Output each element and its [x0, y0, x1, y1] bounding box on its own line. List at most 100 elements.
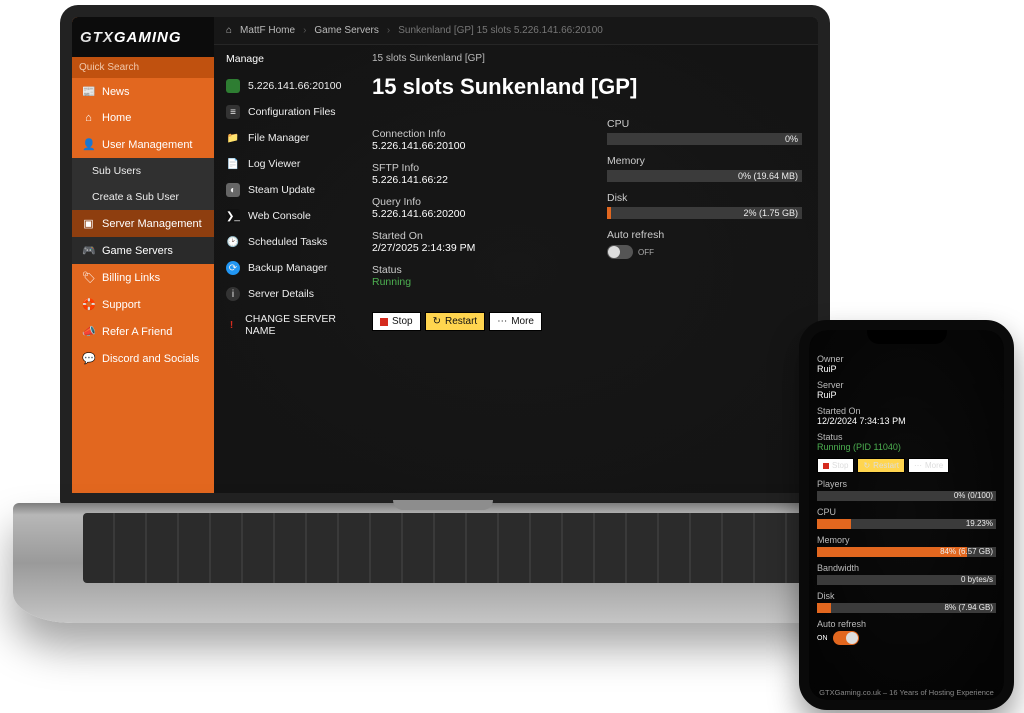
- phone-status-label: Status: [817, 432, 996, 442]
- phone-stop-button[interactable]: Stop: [817, 458, 854, 473]
- sidebar-item-refer[interactable]: 📣Refer A Friend: [72, 318, 214, 345]
- manage-label: CHANGE SERVER NAME: [245, 313, 344, 337]
- disk-bar-fill: [607, 207, 611, 219]
- page-title: 15 slots Sunkenland [GP]: [372, 74, 802, 100]
- crumb-game-servers[interactable]: Game Servers: [314, 25, 378, 36]
- status-label: Status: [372, 264, 567, 276]
- search-input[interactable]: [72, 57, 214, 78]
- sidebar-item-discord[interactable]: 💬Discord and Socials: [72, 345, 214, 372]
- phone-started-value: 12/2/2024 7:34:13 PM: [817, 416, 996, 426]
- quick-search[interactable]: [72, 57, 214, 78]
- sidebar-item-label: Sub Users: [92, 165, 141, 177]
- steam-icon: ◐: [226, 183, 240, 197]
- cpu-label: CPU: [607, 118, 802, 130]
- manage-label: Web Console: [248, 210, 311, 222]
- sidebar-item-support[interactable]: 🛟Support: [72, 291, 214, 318]
- started-on-value: 2/27/2025 2:14:39 PM: [372, 242, 567, 254]
- phone-bandwidth-label: Bandwidth: [817, 563, 996, 573]
- phone-body: Owner RuiP Server RuiP Started On 12/2/2…: [799, 320, 1014, 710]
- home-icon: ⌂: [226, 25, 232, 36]
- phone-bandwidth-bar: 0 bytes/s: [817, 575, 996, 585]
- button-label: Stop: [832, 461, 848, 470]
- phone-auto-refresh-toggle[interactable]: ON: [817, 631, 859, 645]
- manage-web-console[interactable]: ❯_Web Console: [214, 203, 356, 229]
- brand-logo: GTXGAMING: [72, 17, 214, 57]
- tag-icon: 🏷: [82, 271, 95, 284]
- disk-bar: 2% (1.75 GB): [607, 207, 802, 219]
- manage-heading: Manage: [214, 53, 356, 73]
- warning-icon: !: [226, 318, 237, 332]
- manage-steam-update[interactable]: ◐Steam Update: [214, 177, 356, 203]
- phone-restart-button[interactable]: ↻Restart: [857, 458, 905, 473]
- manage-change-name[interactable]: ! CHANGE SERVER NAME: [214, 307, 356, 343]
- ellipsis-icon: ⋯: [914, 461, 922, 470]
- laptop-base: [13, 503, 873, 623]
- button-label: More: [511, 316, 534, 327]
- manage-scheduled-tasks[interactable]: 🕑Scheduled Tasks: [214, 229, 356, 255]
- breadcrumb: ⌂ MattF Home › Game Servers › Sunkenland…: [214, 17, 818, 45]
- sidebar-item-label: News: [102, 86, 130, 98]
- sidebar-item-label: Refer A Friend: [102, 326, 172, 338]
- phone-players-label: Players: [817, 479, 996, 489]
- action-buttons: Stop ↻Restart ⋯More: [372, 312, 802, 331]
- stop-icon: [823, 463, 829, 469]
- sidebar-item-label: Discord and Socials: [102, 353, 199, 365]
- memory-label: Memory: [607, 155, 802, 167]
- sidebar-item-sub-users[interactable]: Sub Users: [72, 158, 214, 184]
- laptop-mockup: GTXGAMING 📰News ⌂Home 👤User Management S…: [40, 5, 850, 665]
- logo-gaming: GAMING: [114, 29, 182, 46]
- manage-label: Server Details: [248, 288, 314, 300]
- phone-server-value: RuiP: [817, 390, 996, 400]
- sidebar-item-news[interactable]: 📰News: [72, 78, 214, 105]
- bar-text: 84% (6.57 GB): [940, 547, 993, 557]
- bar-text: 0 bytes/s: [961, 575, 993, 585]
- stop-button[interactable]: Stop: [372, 312, 421, 331]
- sidebar-item-server-management[interactable]: ▣Server Management: [72, 210, 214, 237]
- info-col-right: CPU 0% Memory 0% (19.64 MB) Disk 2% (1.7…: [607, 118, 802, 288]
- button-label: Restart: [445, 316, 477, 327]
- phone-notch: [867, 330, 947, 344]
- phone-owner-value: RuiP: [817, 364, 996, 374]
- phone-owner-label: Owner: [817, 354, 996, 364]
- button-label: Restart: [873, 461, 899, 470]
- app-root: GTXGAMING 📰News ⌂Home 👤User Management S…: [72, 17, 818, 493]
- phone-memory-label: Memory: [817, 535, 996, 545]
- manage-label: File Manager: [248, 132, 309, 144]
- manage-backup-manager[interactable]: ⟳Backup Manager: [214, 255, 356, 281]
- phone-more-button[interactable]: ⋯More: [908, 458, 949, 473]
- sidebar-item-billing[interactable]: 🏷Billing Links: [72, 264, 214, 291]
- sidebar-item-game-servers[interactable]: 🎮Game Servers: [72, 237, 214, 264]
- info-icon: i: [226, 287, 240, 301]
- restart-icon: ↻: [863, 461, 870, 470]
- sidebar-item-user-management[interactable]: 👤User Management: [72, 131, 214, 158]
- chevron-right-icon: ›: [387, 25, 390, 36]
- status-dot-icon: [226, 79, 240, 93]
- bar-text: 19.23%: [966, 519, 993, 529]
- manage-label: Backup Manager: [248, 262, 327, 274]
- sidebar-item-create-sub-user[interactable]: Create a Sub User: [72, 184, 214, 210]
- info-col-left: Connection Info 5.226.141.66:20100 SFTP …: [372, 118, 567, 288]
- toggle-state: OFF: [638, 248, 654, 257]
- clock-icon: 🕑: [226, 235, 240, 249]
- content-header-row: 15 slots Sunkenland [GP]: [372, 53, 802, 64]
- sidebar-item-label: Create a Sub User: [92, 191, 179, 203]
- manage-server-details[interactable]: i Server Details: [214, 281, 356, 307]
- sidebar-item-label: Support: [102, 299, 141, 311]
- sftp-info-value: 5.226.141.66:22: [372, 174, 567, 186]
- manage-log-viewer[interactable]: 📄Log Viewer: [214, 151, 356, 177]
- toggle-state: ON: [817, 635, 828, 642]
- laptop-keyboard: [83, 513, 803, 583]
- toggle-switch-icon: [607, 245, 633, 259]
- query-info-label: Query Info: [372, 196, 567, 208]
- sidebar-item-home[interactable]: ⌂Home: [72, 105, 214, 131]
- phone-memory-bar: 84% (6.57 GB): [817, 547, 996, 557]
- manage-label: 5.226.141.66:20100: [248, 80, 341, 92]
- restart-button[interactable]: ↻Restart: [425, 312, 486, 331]
- more-button[interactable]: ⋯More: [489, 312, 542, 331]
- auto-refresh-toggle[interactable]: OFF: [607, 245, 654, 259]
- crumb-home[interactable]: MattF Home: [240, 25, 295, 36]
- main-panel: ⌂ MattF Home › Game Servers › Sunkenland…: [214, 17, 818, 493]
- manage-file-manager[interactable]: 📁File Manager: [214, 125, 356, 151]
- manage-config-files[interactable]: ≡Configuration Files: [214, 99, 356, 125]
- manage-server-ip[interactable]: 5.226.141.66:20100: [214, 73, 356, 99]
